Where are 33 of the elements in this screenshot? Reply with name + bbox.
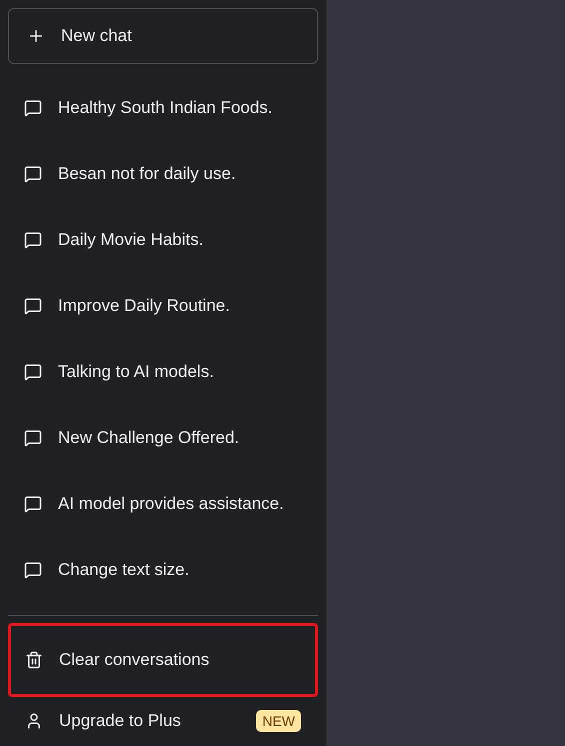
conversation-item[interactable]: Talking to AI models. bbox=[8, 339, 318, 405]
chat-bubble-icon bbox=[24, 561, 42, 579]
conversation-title: Change text size. bbox=[58, 560, 190, 580]
conversation-item[interactable]: New Challenge Offered. bbox=[8, 405, 318, 471]
chat-bubble-icon bbox=[24, 429, 42, 447]
chat-bubble-icon bbox=[24, 165, 42, 183]
clear-conversations-link[interactable]: Clear conversations bbox=[8, 623, 318, 697]
upgrade-link[interactable]: Upgrade to Plus NEW bbox=[8, 697, 318, 745]
trash-icon bbox=[25, 651, 43, 669]
conversation-item[interactable]: Daily Movie Habits. bbox=[8, 207, 318, 273]
chat-bubble-icon bbox=[24, 363, 42, 381]
conversation-title: Talking to AI models. bbox=[58, 362, 215, 382]
conversation-title: New Challenge Offered. bbox=[58, 428, 240, 448]
menu-label: Upgrade to Plus bbox=[59, 711, 182, 731]
conversation-title: Besan not for daily use. bbox=[58, 164, 237, 184]
chat-bubble-icon bbox=[24, 495, 42, 513]
conversation-title: Improve Daily Routine. bbox=[58, 296, 231, 316]
conversation-item[interactable]: Improve Daily Routine. bbox=[8, 273, 318, 339]
conversation-item[interactable]: Healthy South Indian Foods. bbox=[8, 75, 318, 141]
conversation-item[interactable]: AI model provides assistance. bbox=[8, 471, 318, 537]
conversation-item[interactable]: Change text size. bbox=[8, 537, 318, 603]
chat-bubble-icon bbox=[24, 231, 42, 249]
conversation-item[interactable]: Besan not for daily use. bbox=[8, 141, 318, 207]
new-chat-button[interactable]: New chat bbox=[8, 8, 318, 64]
conversation-title: AI model provides assistance. bbox=[58, 494, 285, 514]
conversation-title: Daily Movie Habits. bbox=[58, 230, 204, 250]
plus-icon bbox=[27, 27, 45, 45]
chat-bubble-icon bbox=[24, 99, 42, 117]
new-badge: NEW bbox=[256, 710, 301, 732]
chat-bubble-icon bbox=[24, 297, 42, 315]
menu-label: Clear conversations bbox=[59, 650, 210, 670]
conversation-title: Healthy South Indian Foods. bbox=[58, 98, 274, 118]
user-icon bbox=[25, 712, 43, 730]
